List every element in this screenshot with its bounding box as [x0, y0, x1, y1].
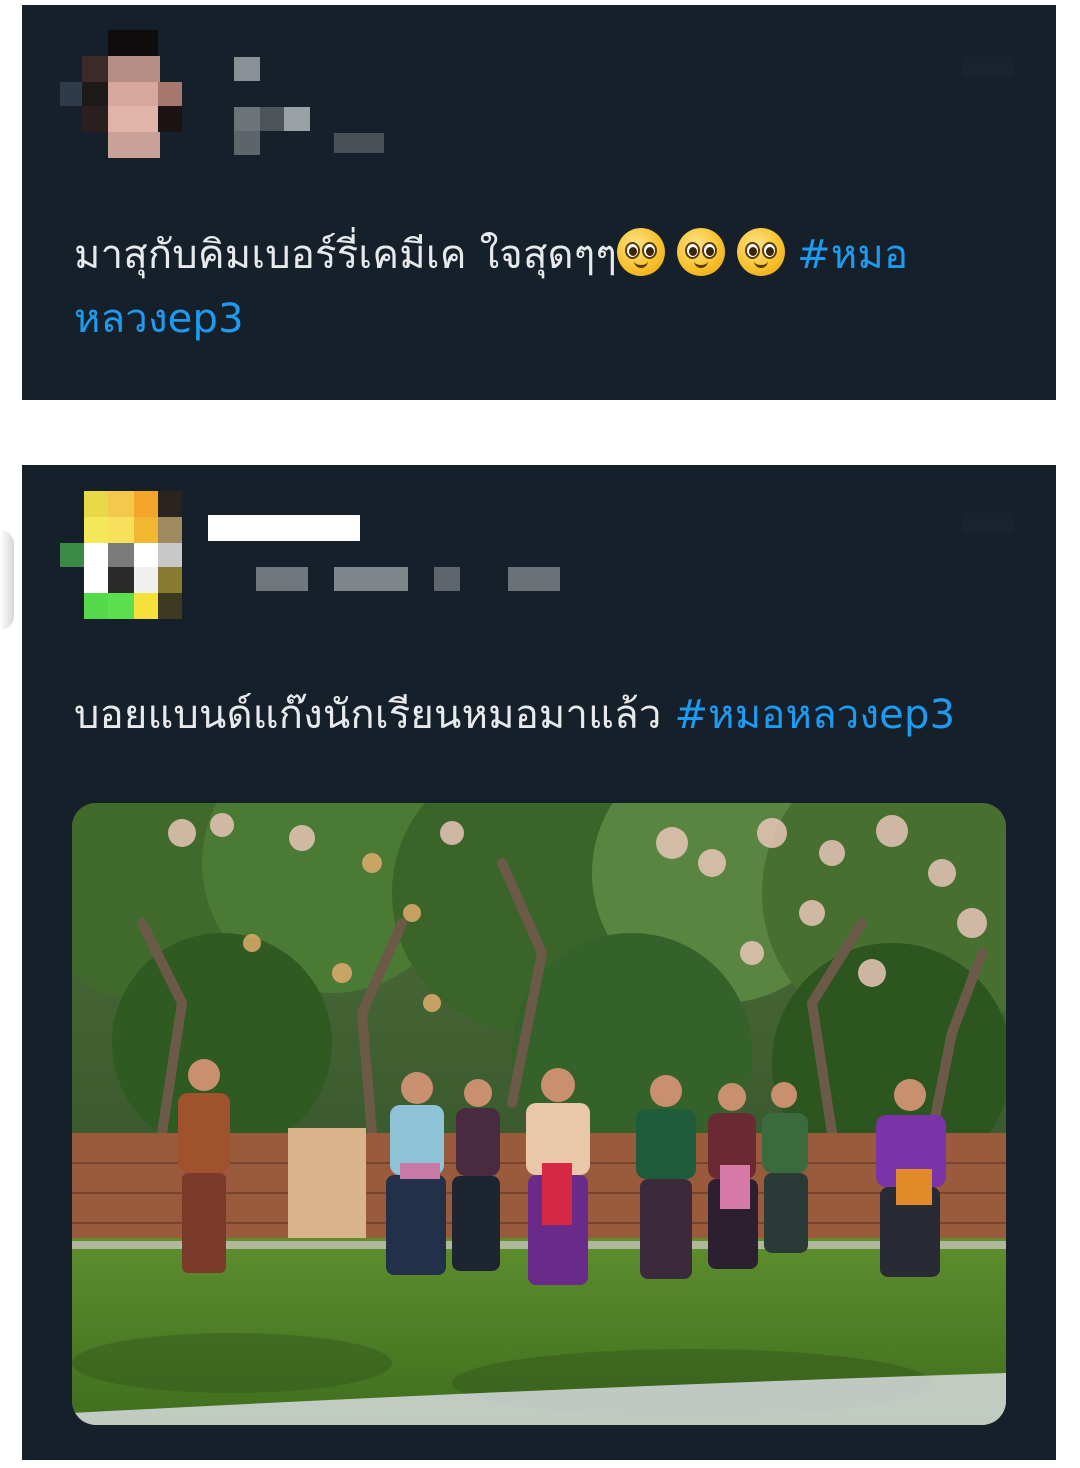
more-options-icon[interactable]: [962, 513, 1014, 533]
tweet-text: บอยแบนด์แก๊งนักเรียนหมอมาแล้ว #หมอหลวงep…: [74, 683, 1034, 747]
avatar[interactable]: [60, 30, 182, 160]
tweet-text: มาสุกับคิมเบอร์รี่เคมีเค ใจสุดๆๆ #หมอ หลวง…: [74, 223, 994, 351]
screenshot-page: มาสุกับคิมเบอร์รี่เคมีเค ใจสุดๆๆ #หมอ หลวง…: [0, 0, 1080, 1468]
tweet-photo[interactable]: [72, 803, 1006, 1425]
photo-illustration: [72, 803, 1006, 1425]
pleading-face-icon: [737, 228, 786, 276]
pleading-face-icon: [677, 228, 726, 276]
username-redacted[interactable]: [208, 515, 768, 595]
tweet-card[interactable]: มาสุกับคิมเบอร์รี่เคมีเค ใจสุดๆๆ #หมอ หลวง…: [22, 5, 1056, 400]
username-redacted[interactable]: [232, 55, 402, 165]
pleading-face-icon: [617, 228, 666, 276]
more-options-icon[interactable]: [962, 57, 1014, 77]
scroll-edge-indicator: [0, 530, 14, 630]
tweet-card[interactable]: บอยแบนด์แก๊งนักเรียนหมอมาแล้ว #หมอหลวงep…: [22, 465, 1056, 1460]
tweet-text-body: มาสุกับคิมเบอร์รี่เคมีเค ใจสุดๆๆ: [74, 232, 618, 278]
hashtag-link[interactable]: #หมอหลวงep3: [674, 692, 955, 738]
avatar[interactable]: [60, 491, 182, 621]
tweet-text-body: บอยแบนด์แก๊งนักเรียนหมอมาแล้ว: [74, 692, 662, 738]
